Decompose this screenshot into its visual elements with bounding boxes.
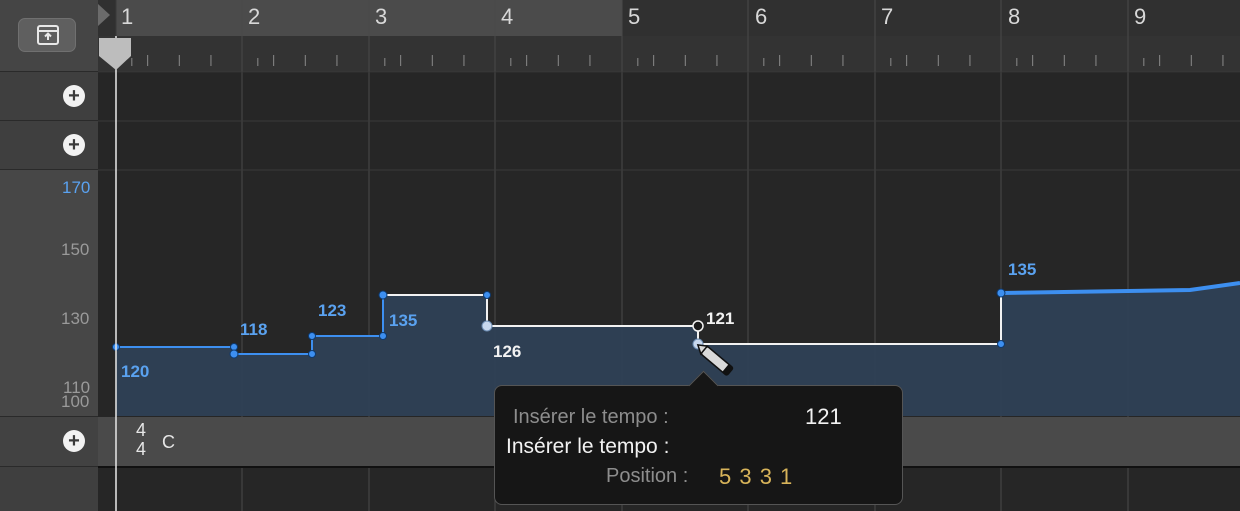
tooltip-position-value: 5 3 3 1 (719, 464, 794, 489)
tempo-label-120: 120 (121, 362, 150, 381)
tempo-point[interactable] (379, 332, 387, 340)
tempo-point[interactable] (308, 332, 316, 340)
playhead-icon[interactable] (99, 38, 131, 70)
tempo-tooltip: Insérer le tempo : 121 Insérer le tempo … (494, 370, 903, 505)
tempo-label-121: 121 (706, 309, 735, 328)
tempo-label-123: 123 (318, 301, 347, 320)
tempo-point[interactable] (996, 288, 1006, 298)
tempo-point[interactable] (308, 350, 316, 358)
tooltip-position-label: Position : (606, 465, 689, 487)
tempo-point[interactable] (378, 290, 388, 300)
tempo-label-135: 135 (389, 311, 418, 330)
tempo-label-126: 126 (493, 342, 522, 361)
tempo-point[interactable] (229, 349, 239, 359)
tempo-label-135-end: 135 (1008, 260, 1037, 279)
tempo-label-118: 118 (240, 320, 268, 339)
tempo-point[interactable] (997, 340, 1005, 348)
tempo-point-new[interactable] (692, 320, 704, 332)
tooltip-row2-label: Insérer le tempo : (506, 435, 670, 458)
tooltip-row1-value: 121 (805, 404, 842, 429)
beat-ticks (131, 55, 1224, 66)
tooltip-row1-label: Insérer le tempo : (513, 406, 669, 428)
tempo-point[interactable] (483, 291, 491, 299)
tempo-point-selected[interactable] (481, 320, 493, 332)
tempo-point[interactable] (230, 343, 238, 351)
